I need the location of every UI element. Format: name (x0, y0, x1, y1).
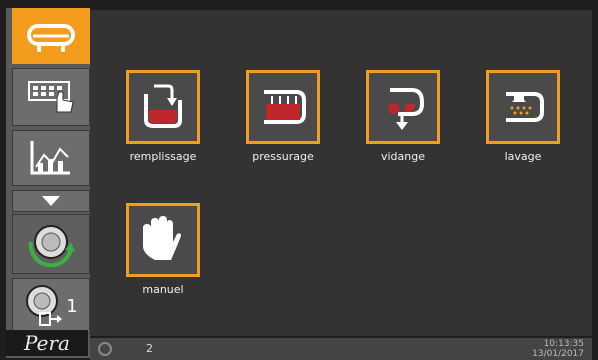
sidebar-item-dial-cycle[interactable] (12, 214, 90, 274)
hand-icon (143, 216, 181, 260)
tile-manuel[interactable] (126, 203, 200, 277)
datetime: 10:13:35 13/01/2017 (532, 339, 584, 359)
main-panel: remplissage pressurage vidange lavage ma… (90, 10, 592, 336)
brand-logo: Pera (6, 330, 88, 356)
drain-icon (388, 88, 424, 130)
tile-pressurage[interactable] (246, 70, 320, 144)
tile-label: lavage (504, 150, 542, 163)
sidebar: 1 (6, 8, 90, 358)
date-text: 13/01/2017 (532, 349, 584, 359)
sidebar-item-chart[interactable] (12, 130, 90, 186)
fill-icon (144, 84, 182, 128)
tile-label: manuel (142, 283, 184, 296)
dial-export-icon (26, 285, 63, 326)
dial-cycle-icon (28, 225, 75, 268)
keyboard-hand-icon (28, 81, 74, 113)
tile-vidange[interactable] (366, 70, 440, 144)
wash-icon (506, 92, 544, 122)
dropdown-toggle[interactable] (12, 190, 90, 212)
clock-icon[interactable] (98, 342, 112, 356)
press-icon (27, 24, 75, 52)
status-text: 2 (146, 342, 153, 355)
dial-number-label: 1 (66, 295, 78, 317)
tile-remplissage[interactable] (126, 70, 200, 144)
time-text: 10:13:35 (543, 339, 584, 349)
chart-icon (30, 141, 70, 175)
tile-label: pressurage (252, 150, 314, 163)
press-icon (264, 90, 306, 124)
tile-label: vidange (380, 150, 425, 163)
status-bar: 2 10:13:35 13/01/2017 (90, 338, 592, 360)
dropdown-arrow-icon (42, 196, 60, 206)
tile-lavage[interactable] (486, 70, 560, 144)
sidebar-item-manual-keyboard[interactable] (12, 68, 90, 126)
app-window: 1 Pera remplissage pressurage vidange la… (0, 0, 598, 360)
sidebar-item-press[interactable] (12, 8, 90, 64)
sidebar-item-dial-export[interactable]: 1 (12, 278, 90, 334)
tile-label: remplissage (129, 150, 197, 163)
